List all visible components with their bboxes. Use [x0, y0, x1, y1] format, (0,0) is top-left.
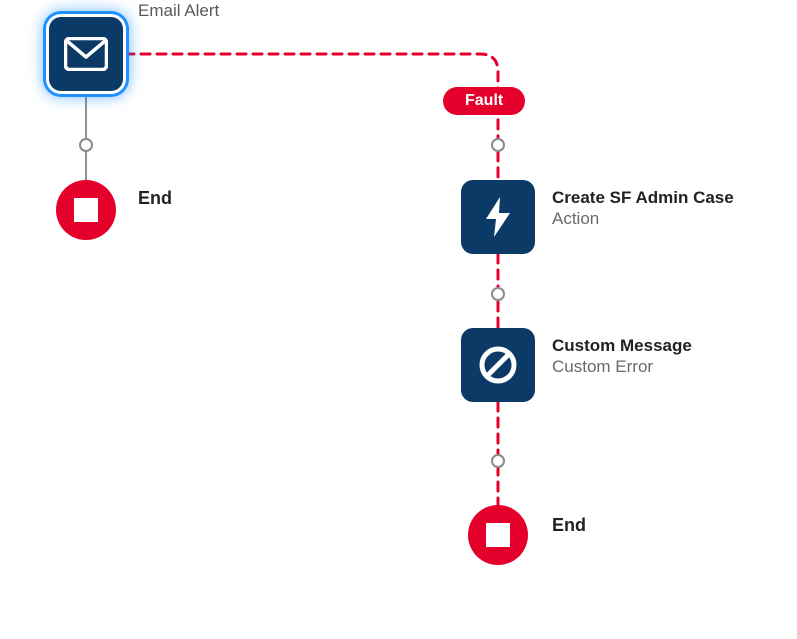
email-icon — [64, 37, 108, 71]
connector-point[interactable] — [79, 138, 93, 152]
end-node-left[interactable] — [56, 180, 116, 240]
connectors-layer — [0, 0, 797, 639]
email-alert-label: Email Alert — [138, 0, 219, 21]
email-alert-node[interactable] — [49, 17, 123, 91]
stop-icon — [74, 198, 98, 222]
end-node-right[interactable] — [468, 505, 528, 565]
node-subtitle: Action — [552, 208, 734, 229]
custom-message-node[interactable] — [461, 328, 535, 402]
lightning-icon — [482, 195, 514, 239]
node-subtitle: Custom Error — [552, 356, 692, 377]
node-title: Email Alert — [138, 1, 219, 20]
end-label-left: End — [138, 188, 172, 209]
end-label-right: End — [552, 515, 586, 536]
node-title: Create SF Admin Case — [552, 187, 734, 208]
connector-point[interactable] — [491, 287, 505, 301]
action-node-label: Create SF Admin Case Action — [552, 187, 734, 230]
custom-error-node-label: Custom Message Custom Error — [552, 335, 692, 378]
connector-point[interactable] — [491, 138, 505, 152]
fault-badge-text: Fault — [465, 92, 503, 109]
ban-icon — [478, 345, 518, 385]
node-title: Custom Message — [552, 335, 692, 356]
connector-point[interactable] — [491, 454, 505, 468]
create-sf-admin-case-node[interactable] — [461, 180, 535, 254]
stop-icon — [486, 523, 510, 547]
flow-canvas[interactable]: Email Alert End Fault Create SF Admin Ca… — [0, 0, 797, 639]
fault-badge: Fault — [443, 87, 525, 115]
